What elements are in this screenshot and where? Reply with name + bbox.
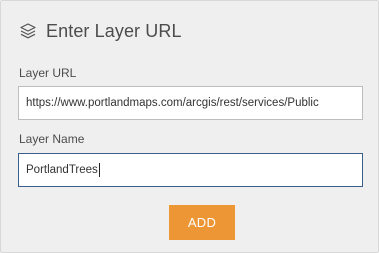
layer-url-label: Layer URL bbox=[19, 66, 77, 80]
add-button[interactable]: ADD bbox=[169, 205, 235, 240]
text-caret bbox=[98, 162, 100, 177]
layer-url-input[interactable]: https://www.portlandmaps.com/arcgis/rest… bbox=[18, 86, 363, 120]
add-layer-panel: Enter Layer URL Layer URL https://www.po… bbox=[0, 0, 379, 253]
layer-name-value: PortlandTrees bbox=[26, 164, 98, 176]
layers-icon bbox=[19, 22, 37, 40]
layer-name-input[interactable]: PortlandTrees bbox=[18, 153, 363, 187]
panel-title: Enter Layer URL bbox=[46, 20, 182, 41]
panel-header: Enter Layer URL bbox=[19, 19, 182, 43]
layer-name-label: Layer Name bbox=[19, 132, 85, 146]
layer-url-value: https://www.portlandmaps.com/arcgis/rest… bbox=[26, 97, 319, 109]
